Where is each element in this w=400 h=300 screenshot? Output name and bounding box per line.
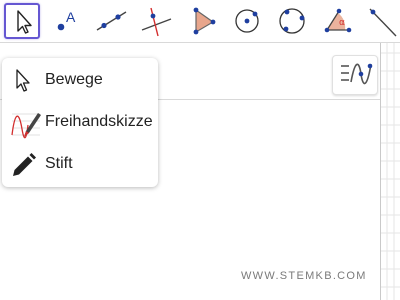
tool-move[interactable] [4,3,40,39]
segment-icon [369,8,397,37]
circle-center-point-icon [235,9,259,33]
tool-point[interactable]: A [48,3,84,39]
menu-item-label: Bewege [45,71,103,88]
watermark-text: WWW.STEMKB.COM [241,270,367,282]
menu-item-pen[interactable]: Stift [2,144,158,184]
menu-item-freehand-sketch[interactable]: Freihandskizze [2,102,158,142]
polygon-icon [193,7,216,35]
pen-icon [13,153,36,176]
tool-circle-three-points[interactable] [274,3,310,39]
point-label-glyph: A [66,9,76,25]
graphics-style-toggle-button[interactable] [332,55,378,95]
perpendicular-line-icon [141,7,172,37]
tool-segment[interactable] [363,3,399,39]
tool-angle[interactable]: α [318,3,354,39]
tool-perpendicular-line[interactable] [138,3,174,39]
menu-item-label: Freihandskizze [45,113,153,130]
toolbar: A α [0,0,400,43]
point-icon: A [57,9,76,31]
freehand-sketch-icon [11,113,41,139]
graphics-view-grid[interactable] [380,43,400,300]
tool-dropdown-menu: Bewege Freihandskizze Stift [2,58,158,187]
move-arrow-icon [16,69,30,92]
graph-style-icon [341,63,373,85]
tool-line[interactable] [93,3,129,39]
menu-item-move[interactable]: Bewege [2,60,158,100]
angle-glyph: α [339,18,345,28]
angle-icon: α [324,8,352,33]
tool-polygon[interactable] [184,3,220,39]
circle-three-points-icon [279,8,305,34]
line-icon [96,11,127,31]
move-arrow-icon [17,10,32,34]
tool-circle-center[interactable] [229,3,265,39]
menu-item-label: Stift [45,155,73,172]
